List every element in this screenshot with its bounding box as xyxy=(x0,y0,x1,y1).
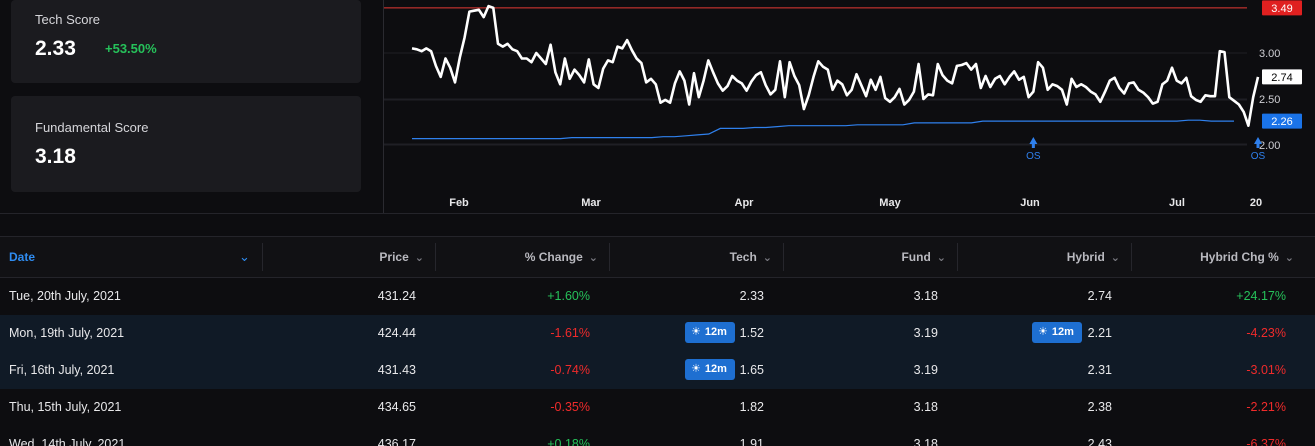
x-tick-label: Feb xyxy=(449,197,469,209)
sort-chevron-icon[interactable]: ⌄ xyxy=(239,237,250,277)
tech-score-card: Tech Score 2.33 +53.50% xyxy=(11,0,361,83)
cell-price: 431.43 xyxy=(377,363,416,377)
cell-date: Thu, 15th July, 2021 xyxy=(9,400,122,414)
value-tag-label: 3.49 xyxy=(1271,3,1292,15)
cell-change: -0.74% xyxy=(550,363,590,377)
fundamental-score-value: 3.18 xyxy=(35,145,76,168)
y-tick-label: 2.50 xyxy=(1259,94,1280,106)
column-header-tech[interactable]: Tech ⌄ xyxy=(610,237,772,277)
fundamental-score-label: Fundamental Score xyxy=(35,120,149,135)
cell-change: -0.35% xyxy=(550,400,590,414)
cell-hybrid: 2.43 xyxy=(1087,437,1112,446)
cell-hybrid-change: -2.21% xyxy=(1246,400,1286,414)
table-row[interactable]: Thu, 15th July, 2021434.65-0.35%☀12m1.82… xyxy=(0,389,1315,426)
cell-hybrid-change: +24.17% xyxy=(1236,289,1286,303)
chevron-down-icon: ⌄ xyxy=(762,252,772,264)
cell-fund: 3.19 xyxy=(913,363,938,377)
tech-score-label: Tech Score xyxy=(35,12,101,27)
column-header-fund[interactable]: Fund ⌄ xyxy=(784,237,946,277)
column-header-date[interactable]: Date xyxy=(9,237,35,277)
table-row[interactable]: Mon, 19th July, 2021 424.44 -1.61% ☀ 12m 1.52… xyxy=(0,315,1315,352)
cell-date: Fri, 16th July, 2021 xyxy=(9,363,115,377)
table-row[interactable]: Tue, 20th July, 2021431.24+1.60%☀12m2.33… xyxy=(0,278,1315,315)
cell-price: 436.17 xyxy=(377,437,416,446)
cell-tech: 1.52 xyxy=(739,326,764,340)
value-tag-label: 2.26 xyxy=(1271,116,1292,128)
cell-fund: 3.18 xyxy=(913,400,938,414)
x-tick-label: May xyxy=(879,197,901,209)
cell-price: 431.24 xyxy=(377,289,416,303)
cell-price: 434.65 xyxy=(377,400,416,414)
chevron-down-icon: ⌄ xyxy=(414,252,424,264)
cell-date: Tue, 20th July, 2021 xyxy=(9,289,121,303)
table-row[interactable]: Fri, 16th July, 2021 431.43 -0.74% ☀ 12m 1.65… xyxy=(0,352,1315,389)
cell-tech: 2.33 xyxy=(739,289,764,303)
os-marker-label: OS xyxy=(1251,151,1266,162)
cell-date: Mon, 19th July, 2021 xyxy=(9,326,125,340)
cell-hybrid: 2.31 xyxy=(1087,363,1112,377)
fundamental-score-card: Fundamental Score 3.18 xyxy=(11,96,361,192)
column-header-change[interactable]: % Change ⌄ xyxy=(436,237,598,277)
column-header-price[interactable]: Price ⌄ xyxy=(262,237,424,277)
cell-tech: 1.82 xyxy=(739,400,764,414)
cell-date: Wed, 14th July, 2021 xyxy=(9,437,126,446)
y-tick-label: 3.00 xyxy=(1259,48,1280,60)
tech-score-change: +53.50% xyxy=(105,41,157,56)
cell-tech: 1.65 xyxy=(739,363,764,377)
table-row[interactable]: Wed, 14th July, 2021436.17+0.18%☀12m1.91… xyxy=(0,426,1315,446)
x-tick-label: Jul xyxy=(1169,197,1185,209)
cell-hybrid: 2.74 xyxy=(1087,289,1112,303)
chevron-down-icon: ⌄ xyxy=(936,252,946,264)
x-tick-label: Apr xyxy=(735,197,755,209)
cell-hybrid: 2.38 xyxy=(1087,400,1112,414)
x-tick-label: Jun xyxy=(1020,197,1040,209)
os-marker-label: OS xyxy=(1026,151,1041,162)
column-header-hybrid-change[interactable]: Hybrid Chg % ⌄ xyxy=(1132,237,1294,277)
chevron-down-icon: ⌄ xyxy=(1110,252,1120,264)
cell-change: -1.61% xyxy=(550,326,590,340)
cell-hybrid-change: -3.01% xyxy=(1246,363,1286,377)
cell-price: 424.44 xyxy=(377,326,416,340)
cell-fund: 3.19 xyxy=(913,326,938,340)
cell-hybrid: 2.21 xyxy=(1087,326,1112,340)
cell-hybrid-change: -4.23% xyxy=(1246,326,1286,340)
cell-change: +0.18% xyxy=(547,437,590,446)
tech-score-value: 2.33 xyxy=(35,37,76,60)
section-divider xyxy=(0,213,1315,214)
x-tick-label: Mar xyxy=(581,197,601,209)
cell-tech: 1.91 xyxy=(739,437,764,446)
chevron-down-icon: ⌄ xyxy=(1284,252,1294,264)
table-header: Date ⌄ Price ⌄ % Change ⌄ Tech ⌄ Fund ⌄ Hybr… xyxy=(0,236,1315,278)
cell-change: +1.60% xyxy=(547,289,590,303)
chart-background xyxy=(384,0,1315,213)
chevron-down-icon: ⌄ xyxy=(588,252,598,264)
cell-fund: 3.18 xyxy=(913,289,938,303)
x-tick-label: 20 xyxy=(1250,197,1262,209)
cell-hybrid-change: -6.37% xyxy=(1246,437,1286,446)
score-chart[interactable]: 3.002.502.00Feb Mar Apr May Jun Jul 20OS OS3.49… xyxy=(384,0,1315,213)
cell-fund: 3.18 xyxy=(913,437,938,446)
value-tag-label: 2.74 xyxy=(1271,72,1292,84)
column-header-hybrid[interactable]: Hybrid ⌄ xyxy=(958,237,1120,277)
